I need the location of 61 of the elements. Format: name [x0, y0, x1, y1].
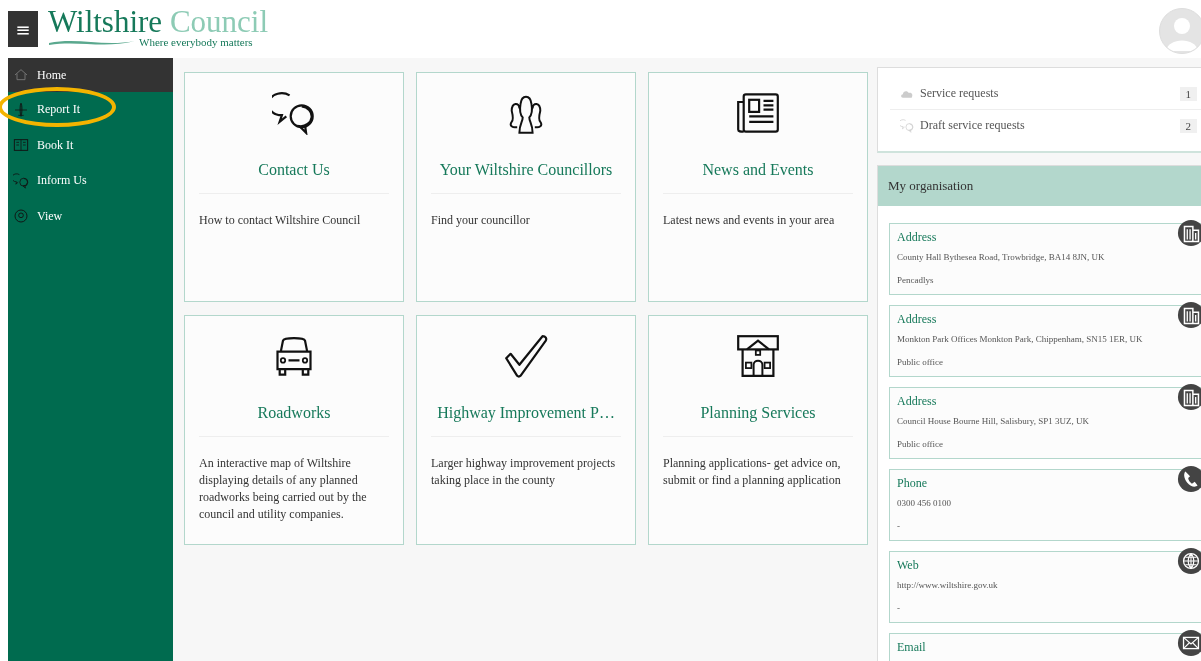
- contact-detail: Council House Bourne Hill, Salisbury, SP1 3UZ, UK: [897, 416, 1090, 426]
- contact-title: Email: [897, 640, 926, 655]
- service-tile[interactable]: Highway Improvement P… Larger highway improvement projects taking place in the county: [416, 315, 636, 545]
- menu-button[interactable]: ≡: [8, 11, 38, 47]
- sidebar-item[interactable]: Report It: [8, 92, 173, 128]
- count-badge: 1: [1179, 86, 1197, 101]
- logo-text: Council: [169, 4, 269, 39]
- tile-title: Highway Improvement P…: [437, 404, 615, 424]
- logo-tagline: Where everybody matters: [139, 36, 253, 48]
- contact-detail: County Hall Bythesea Road, Trowbridge, BA14 8JN, UK: [897, 252, 1106, 262]
- tile-description: Find your councillor: [431, 212, 531, 229]
- speech-bubbles-icon: [13, 172, 29, 189]
- request-row[interactable]: Service requests 1: [890, 78, 1201, 109]
- request-row[interactable]: Draft service requests 2: [890, 109, 1201, 141]
- home-icon: [13, 67, 29, 83]
- avatar[interactable]: [1159, 8, 1201, 54]
- tile-description: An interactive map of Wiltshire displaying details of any planned roadworks being carried out by the council and utility companies.: [199, 455, 368, 523]
- checkmark-icon: [504, 334, 548, 378]
- airplane-icon: [13, 101, 29, 118]
- contact-title: Web: [897, 558, 919, 573]
- contact-detail: Pencadlys: [897, 275, 935, 285]
- contact-detail: Public office: [897, 357, 945, 367]
- service-tile[interactable]: Roadworks An interactive map of Wiltshire displaying details of any planned roadworks being carried out by the council and utility companies.: [184, 315, 404, 545]
- panel-header: My organisation: [878, 166, 1201, 206]
- eye-icon: [13, 208, 29, 225]
- contact-title: Address: [897, 394, 937, 409]
- sidebar-item[interactable]: Home: [8, 58, 173, 92]
- sidebar-item[interactable]: Inform Us: [8, 163, 173, 199]
- sidebar-item[interactable]: View: [8, 198, 173, 234]
- logo-text: Wiltshire: [48, 4, 163, 39]
- tile-title: Your Wiltshire Councillors: [439, 161, 613, 180]
- contact-detail: http://www.wiltshire.gov.uk: [897, 580, 999, 590]
- contact-title: Address: [897, 230, 937, 245]
- speech-bubbles-icon: [900, 118, 914, 133]
- service-tile[interactable]: News and Events Latest news and events in your area: [648, 72, 868, 302]
- tile-description: Planning applications- get advice on, submit or find a planning application: [663, 455, 842, 489]
- swoosh-icon: [48, 38, 136, 46]
- contact-detail: Public office: [897, 439, 945, 449]
- contact-title: Address: [897, 312, 937, 327]
- speech-bubbles-icon: [272, 91, 316, 135]
- count-badge: 2: [1179, 118, 1197, 133]
- house-icon: [736, 334, 780, 378]
- tile-description: How to contact Wiltshire Council: [199, 212, 362, 229]
- sidebar-item[interactable]: Book It: [8, 127, 173, 163]
- contact-title: Phone: [897, 476, 927, 491]
- service-tile[interactable]: Contact Us How to contact Wiltshire Council: [184, 72, 404, 302]
- contact-detail: 0300 456 0100: [897, 498, 952, 508]
- cloud-icon: [900, 88, 914, 99]
- tile-description: Latest news and events in your area: [663, 212, 836, 229]
- contact-detail: -: [897, 521, 901, 531]
- contact-detail: Monkton Park Offices Monkton Park, Chippenham, SN15 1ER, UK: [897, 334, 1144, 344]
- tile-title: Contact Us: [258, 161, 330, 180]
- newspaper-icon: [736, 91, 780, 135]
- contact-detail: -: [897, 603, 901, 613]
- tile-title: Planning Services: [700, 404, 816, 424]
- service-tile[interactable]: Planning Services Planning applications- get advice on, submit or find a planning application: [648, 315, 868, 545]
- service-tile[interactable]: Your Wiltshire Councillors Find your councillor: [416, 72, 636, 302]
- tile-title: News and Events: [702, 161, 814, 180]
- book-icon: [13, 137, 29, 154]
- tile-title: Roadworks: [257, 404, 331, 423]
- tile-description: Larger highway improvement projects taking place in the county: [431, 455, 617, 489]
